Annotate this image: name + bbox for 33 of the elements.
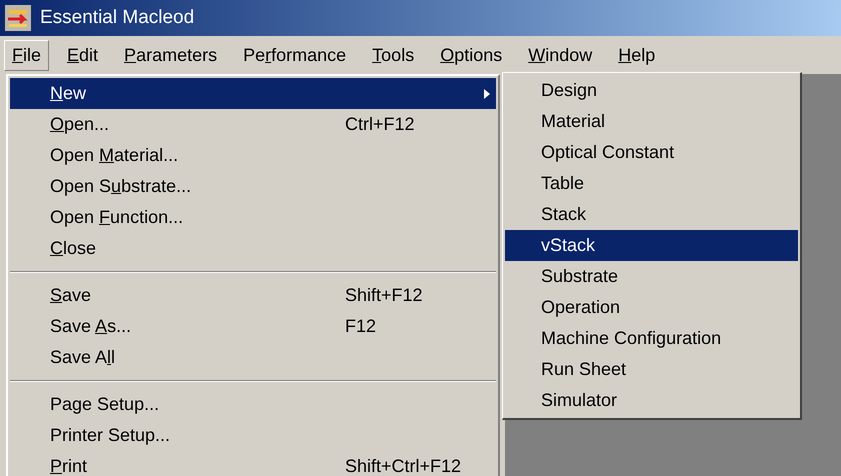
menu-bar-item[interactable]: Options (432, 40, 510, 70)
menu-item[interactable]: Close (10, 233, 496, 264)
submenu-item[interactable]: Stack (505, 199, 798, 230)
menu-item[interactable]: Save As... F12 (10, 311, 496, 342)
menu-bar-item[interactable]: Parameters (116, 40, 226, 70)
menu-item[interactable]: Open Substrate... (10, 171, 496, 202)
menu-item[interactable]: Open Material... (10, 140, 496, 171)
menu-bar-item[interactable]: Help (610, 40, 664, 70)
submenu-item[interactable]: Table (505, 168, 798, 199)
menu-item[interactable]: Open... Ctrl+F12 (10, 109, 496, 140)
menu-item[interactable]: Save All (10, 342, 496, 373)
menu-bar-item[interactable]: Tools (364, 40, 422, 70)
submenu-item[interactable]: Machine Configuration (505, 323, 798, 354)
submenu-item[interactable]: vStack (505, 230, 798, 261)
menu-bar-item[interactable]: File (4, 40, 50, 70)
menu-item[interactable]: Printer Setup... (10, 420, 496, 451)
menu-bar-item[interactable]: Edit (59, 40, 106, 70)
app-icon (4, 4, 32, 32)
menu-bar-item[interactable]: Performance (235, 40, 354, 70)
submenu-item[interactable]: Operation (505, 292, 798, 323)
submenu-item[interactable]: Material (505, 106, 798, 137)
submenu-item[interactable]: Design (505, 75, 798, 106)
menu-item[interactable]: Open Function... (10, 202, 496, 233)
menu-item[interactable]: Save Shift+F12 (10, 280, 496, 311)
menu-item[interactable]: Page Setup... (10, 389, 496, 420)
submenu-item[interactable]: Substrate (505, 261, 798, 292)
window-title: Essential Macleod (40, 6, 194, 30)
menu-item[interactable]: Print Shift+Ctrl+F12 (10, 451, 496, 476)
menu-bar-item[interactable]: Window (520, 40, 600, 70)
submenu-item[interactable]: Simulator (505, 385, 798, 416)
submenu-item[interactable]: Run Sheet (505, 354, 798, 385)
submenu-item[interactable]: Optical Constant (505, 137, 798, 168)
menu-item[interactable]: New (10, 78, 496, 109)
